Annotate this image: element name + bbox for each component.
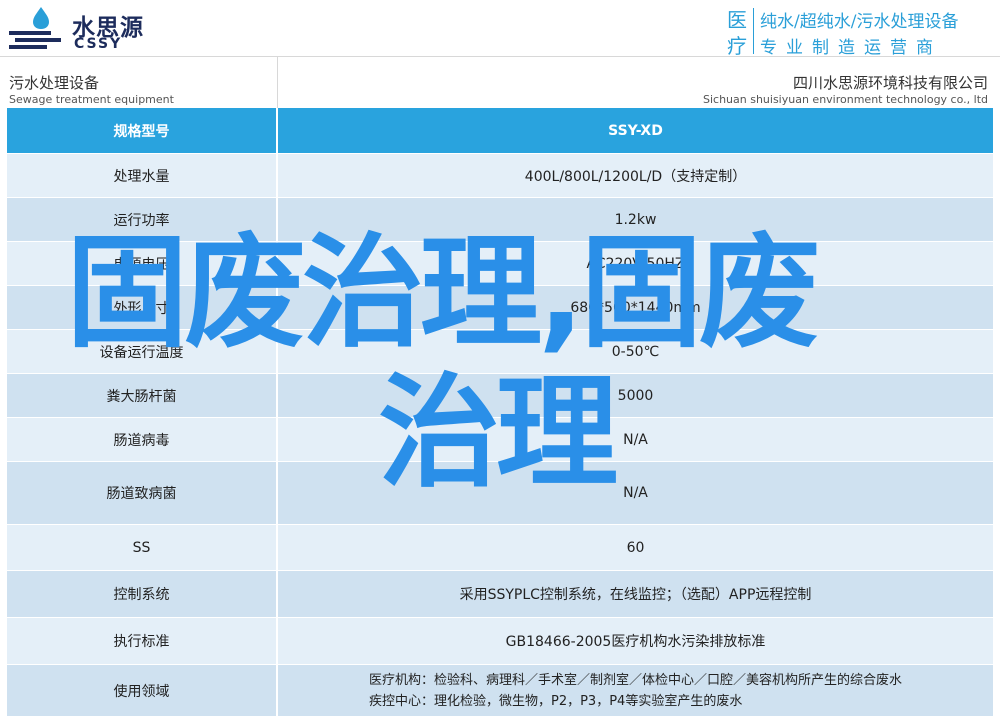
- sub-header-column-divider: [277, 56, 278, 108]
- spec-key: SS: [7, 524, 278, 571]
- usage-line-medical: 医疗机构：检验科、病理科／手术室／制剂室／体检中心／口腔／美容机构所产生的综合废…: [368, 672, 902, 688]
- table-row: 控制系统 采用SSYPLC控制系统，在线监控；（选配）APP远程控制: [7, 570, 993, 618]
- company-name-cn: 四川水思源环境科技有限公司: [792, 74, 988, 92]
- sub-header-divider: [0, 56, 1000, 57]
- spec-header-key: 规格型号: [7, 108, 278, 154]
- spec-value: GB18466-2005医疗机构水污染排放标准: [277, 617, 993, 665]
- spec-key: 肠道致病菌: [7, 461, 278, 525]
- spec-value: 医疗机构：检验科、病理科／手术室／制剂室／体检中心／口腔／美容机构所产生的综合废…: [277, 664, 993, 717]
- spec-value: N/A: [277, 417, 993, 462]
- spec-header-value: SSY-XD: [277, 108, 993, 154]
- product-category-en: Sewage treatment equipment: [9, 93, 174, 106]
- category-char-bottom: 疗: [727, 34, 747, 58]
- spec-value: 采用SSYPLC控制系统，在线监控；（选配）APP远程控制: [277, 570, 993, 618]
- usage-line-cdc: 疾控中心：理化检验，微生物，P2，P3，P4等实验室产生的废水: [368, 693, 743, 709]
- brand-name-en: CSSY: [74, 36, 123, 52]
- spec-value: 0-50℃: [277, 329, 993, 374]
- spec-key: 运行功率: [7, 197, 278, 242]
- spec-key: 设备运行温度: [7, 329, 278, 374]
- water-drop-logo-icon: [9, 7, 61, 49]
- table-row: 使用领域 医疗机构：检验科、病理科／手术室／制剂室／体检中心／口腔／美容机构所产…: [7, 664, 993, 717]
- category-tagline-2: 专业制造运营商: [760, 38, 942, 58]
- category-char-top: 医: [727, 8, 747, 32]
- table-row: 电源电压 AC220V/50HZ: [7, 241, 993, 286]
- spec-value-multiline: 医疗机构：检验科、病理科／手术室／制剂室／体检中心／口腔／美容机构所产生的综合废…: [369, 670, 902, 712]
- category-divider: [753, 8, 754, 54]
- table-row: 运行功率 1.2kw: [7, 197, 993, 242]
- table-row: 肠道病毒 N/A: [7, 417, 993, 462]
- table-row: SS 60: [7, 524, 993, 571]
- spec-table: 规格型号 SSY-XD 处理水量 400L/800L/1200L/D（支持定制）…: [7, 108, 993, 717]
- spec-key: 电源电压: [7, 241, 278, 286]
- spec-key: 使用领域: [7, 664, 278, 717]
- spec-key: 肠道病毒: [7, 417, 278, 462]
- spec-key: 执行标准: [7, 617, 278, 665]
- spec-key: 外形尺寸: [7, 285, 278, 330]
- category-tagline-1: 纯水/超纯水/污水处理设备: [760, 12, 959, 32]
- spec-key: 控制系统: [7, 570, 278, 618]
- table-row: 设备运行温度 0-50℃: [7, 329, 993, 374]
- product-category-cn: 污水处理设备: [9, 74, 100, 92]
- spec-table-header: 规格型号 SSY-XD: [7, 108, 993, 154]
- page-header: 水思源 CSSY 医 疗 纯水/超纯水/污水处理设备 专业制造运营商: [0, 0, 1000, 62]
- spec-value: AC220V/50HZ: [277, 241, 993, 286]
- spec-value: N/A: [277, 461, 993, 525]
- sub-header: 污水处理设备 Sewage treatment equipment 四川水思源环…: [0, 56, 1000, 108]
- spec-key: 粪大肠杆菌: [7, 373, 278, 418]
- spec-value: 5000: [277, 373, 993, 418]
- spec-value: 60: [277, 524, 993, 571]
- table-row: 处理水量 400L/800L/1200L/D（支持定制）: [7, 153, 993, 198]
- table-row: 肠道致病菌 N/A: [7, 461, 993, 525]
- table-row: 外形尺寸 680*500*1440mm: [7, 285, 993, 330]
- table-row: 粪大肠杆菌 5000: [7, 373, 993, 418]
- spec-value: 1.2kw: [277, 197, 993, 242]
- company-name-en: Sichuan shuisiyuan environment technolog…: [702, 93, 988, 106]
- spec-value: 680*500*1440mm: [277, 285, 993, 330]
- spec-key: 处理水量: [7, 153, 278, 198]
- table-row: 执行标准 GB18466-2005医疗机构水污染排放标准: [7, 617, 993, 665]
- spec-value: 400L/800L/1200L/D（支持定制）: [277, 153, 993, 198]
